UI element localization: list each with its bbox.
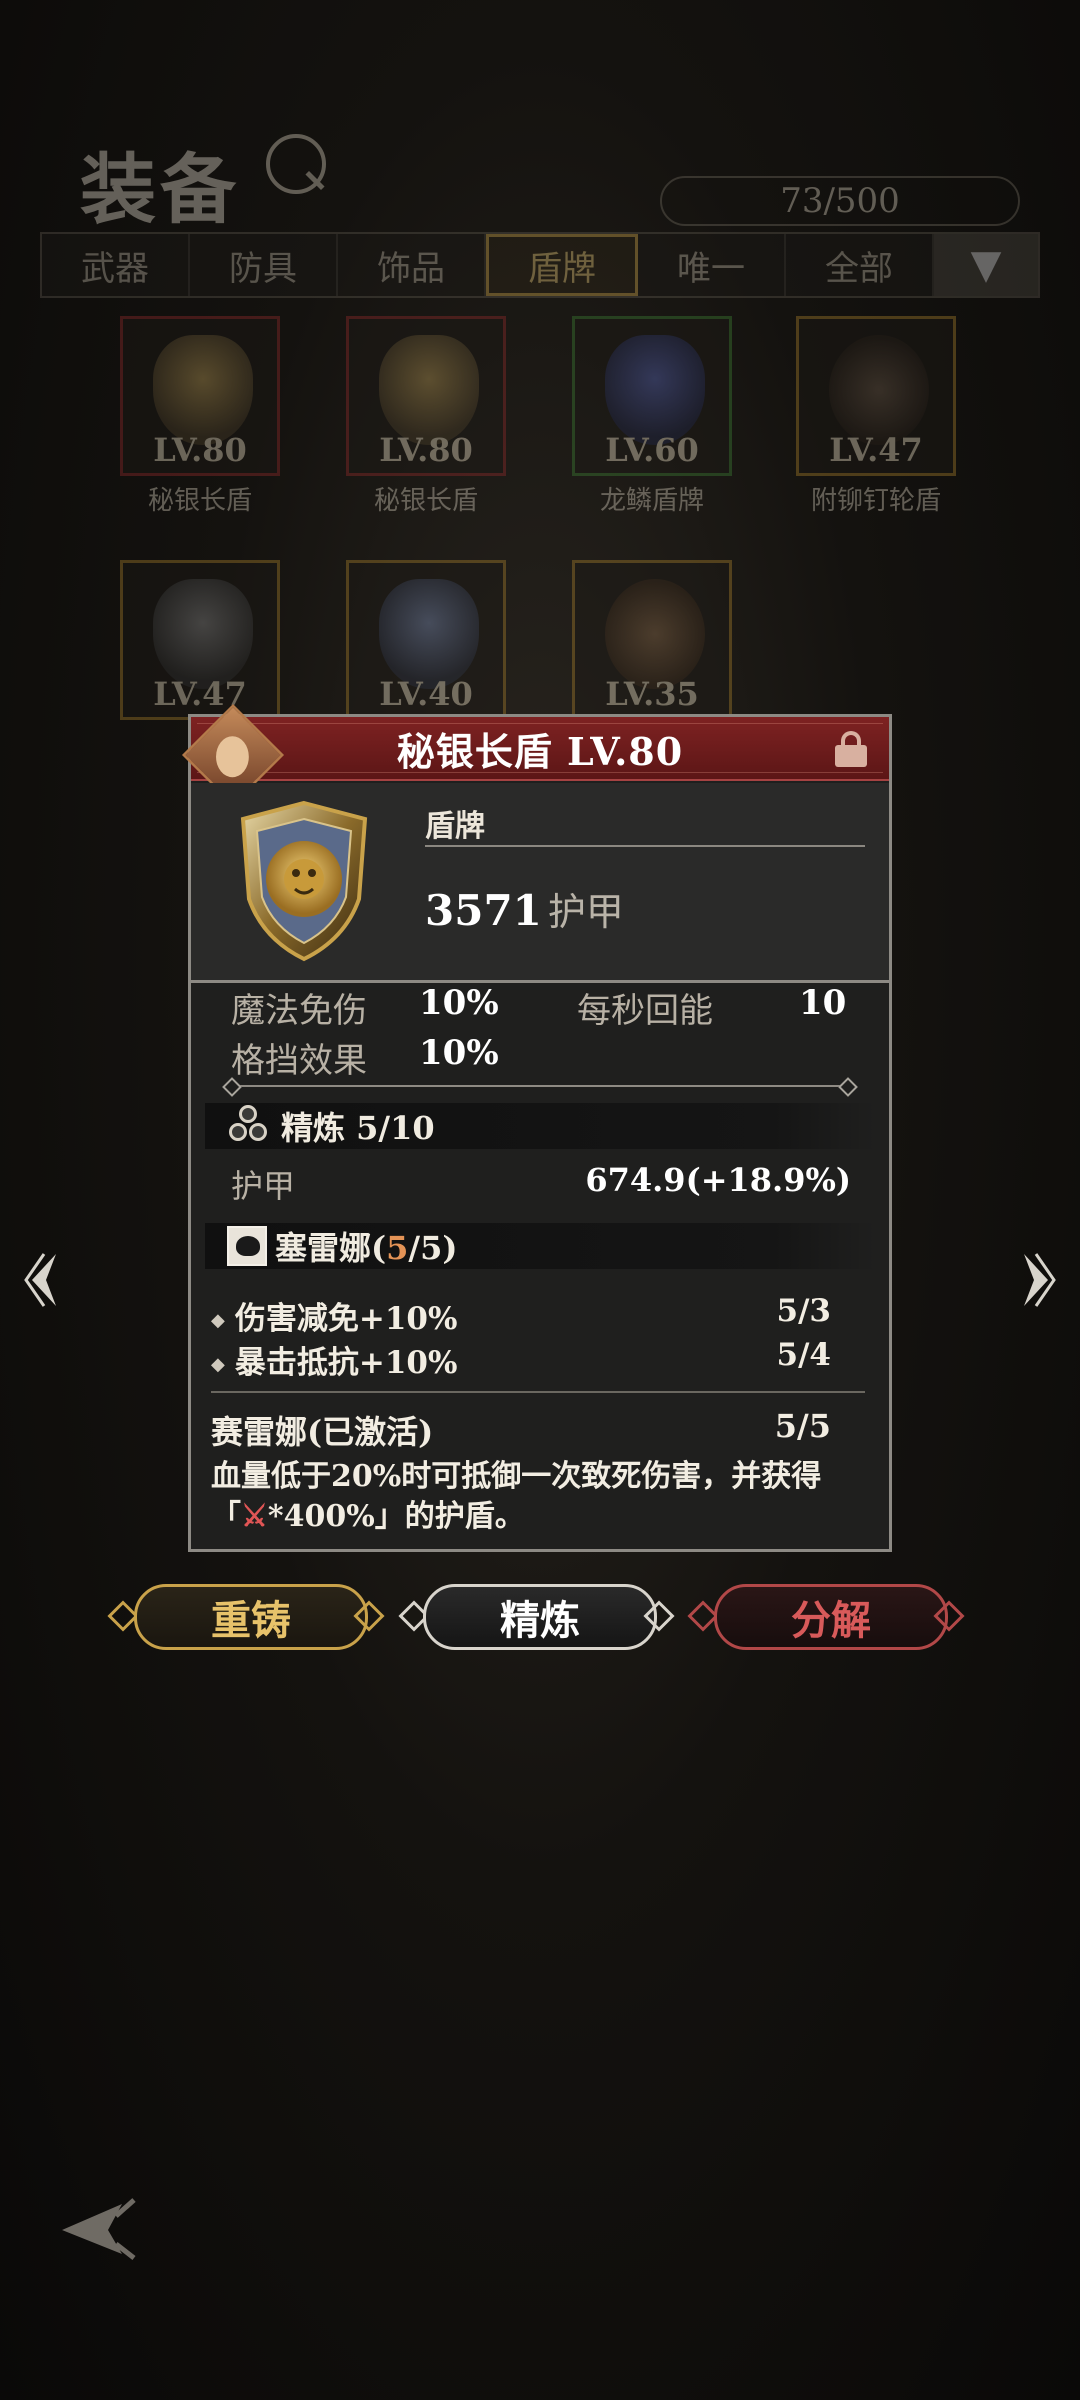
divider	[425, 845, 865, 847]
item-level: LV.60	[605, 431, 699, 469]
set-active-value: 5/5	[774, 1407, 831, 1445]
divider	[229, 1085, 851, 1087]
dismantle-button[interactable]: 分解	[714, 1584, 948, 1650]
stat-block-value: 10%	[419, 1033, 499, 1073]
set-description: 血量低于20%时可抵御一次致死伤害，并获得 「⚔*400%」的护盾。	[211, 1457, 871, 1537]
tab-unique[interactable]: 唯一	[638, 234, 786, 296]
item-detail-card: 秘银长盾 LV.80 盾牌 3571 护甲 魔法免伤 10% 每秒回能 10 格…	[181, 703, 892, 1552]
item-level: LV.40	[379, 675, 473, 713]
set-bonus-value: 5/3	[776, 1293, 831, 1329]
tab-armor[interactable]: 防具	[190, 234, 338, 296]
shield-icon	[829, 335, 929, 445]
refine-button[interactable]: 精炼	[423, 1584, 657, 1650]
search-icon[interactable]	[266, 134, 326, 194]
category-tabs: 武器 防具 饰品 盾牌 唯一 全部 ▼	[40, 232, 1040, 298]
refine-section-header: 精炼 5/10	[205, 1103, 875, 1149]
item-level: LV.80	[153, 431, 247, 469]
item-name: 附铆钉轮盾	[810, 486, 941, 516]
reforge-button[interactable]: 重铸	[134, 1584, 368, 1650]
set-active-row: 赛雷娜(已激活) 5/5	[211, 1407, 831, 1453]
set-portrait-icon	[227, 1226, 267, 1266]
item-summary: 盾牌 3571 护甲	[191, 783, 889, 983]
set-bonus-label: 伤害减免+10%	[234, 1301, 458, 1337]
inventory-title: 装备	[80, 145, 240, 234]
item-level: LV.47	[153, 675, 247, 713]
previous-item-icon[interactable]	[22, 1250, 62, 1310]
stat-value: 10%	[419, 1033, 499, 1073]
set-active-label: 赛雷娜(已激活)	[211, 1413, 434, 1451]
stat-magic-resist: 魔法免伤	[231, 983, 367, 1032]
stat-label: 每秒回能	[577, 991, 713, 1031]
set-bonus-value: 5/4	[776, 1337, 831, 1373]
shield-icon	[379, 335, 479, 445]
stat-energy-regen-value: 10	[799, 983, 846, 1023]
inventory-slot[interactable]: LV.47	[120, 560, 280, 720]
shield-icon	[605, 579, 705, 689]
inventory-capacity: 73/500	[660, 176, 1020, 226]
tab-accessories[interactable]: 饰品	[338, 234, 486, 296]
stat-block: 格挡效果	[231, 1033, 367, 1082]
stat-energy-regen: 每秒回能	[577, 983, 713, 1032]
stat-label: 魔法免伤	[231, 991, 367, 1031]
divider	[211, 1391, 865, 1393]
inventory-slot[interactable]: LV.80	[120, 316, 280, 476]
back-icon[interactable]	[58, 2196, 138, 2262]
tab-weapons[interactable]: 武器	[42, 234, 190, 296]
inventory-slot[interactable]: LV.60	[572, 316, 732, 476]
shield-icon	[153, 579, 253, 689]
item-name: 秘银长盾	[373, 486, 478, 516]
stat-value: 10%	[419, 983, 499, 1023]
item-level: LV.35	[605, 675, 699, 713]
stat-label: 格挡效果	[231, 1041, 367, 1081]
attack-icon: ⚔	[241, 1499, 268, 1534]
tab-shields[interactable]: 盾牌	[486, 234, 638, 296]
set-bonus-row: ◆ 伤害减免+10% 5/3	[211, 1293, 831, 1338]
set-bonus-row: ◆ 暴击抵抗+10% 5/4	[211, 1337, 831, 1382]
card-header: 秘银长盾 LV.80	[191, 717, 889, 781]
item-name: 龙鳞盾牌	[599, 486, 704, 516]
lock-icon[interactable]	[835, 731, 869, 767]
base-armor: 3571 护甲	[425, 881, 624, 936]
stat-magic-resist-value: 10%	[419, 983, 499, 1023]
set-description-line: 「⚔*400%」的护盾。	[211, 1499, 525, 1534]
shield-icon	[379, 579, 479, 689]
refine-level: 精炼 5/10	[281, 1109, 435, 1147]
refine-stat-label: 护甲	[231, 1167, 296, 1205]
item-name: 秘银长盾	[147, 486, 252, 516]
set-bonus-label: 暴击抵抗+10%	[234, 1345, 458, 1381]
set-count-current: 5	[386, 1229, 409, 1267]
armor-label: 护甲	[547, 890, 624, 934]
refine-icon	[227, 1105, 273, 1147]
stat-value: 10	[799, 983, 847, 1023]
inventory-slot[interactable]: LV.35	[572, 560, 732, 720]
lion-shield-icon	[240, 800, 368, 962]
item-title: 秘银长盾 LV.80	[396, 728, 684, 774]
refine-stat-value: 674.9(+18.9%)	[585, 1161, 851, 1199]
set-section-header: 塞雷娜(5/5)	[205, 1223, 875, 1269]
set-description-line: 血量低于20%时可抵御一次致死伤害，并获得	[211, 1459, 822, 1494]
set-name: 塞雷娜(5/5)	[275, 1229, 458, 1267]
bullet-icon: ◆	[211, 1354, 225, 1375]
item-type: 盾牌	[425, 809, 485, 844]
inventory-slot[interactable]: LV.47	[796, 316, 956, 476]
tab-all[interactable]: 全部	[786, 234, 934, 296]
shield-icon	[605, 335, 705, 445]
item-level: LV.47	[829, 431, 923, 469]
armor-value: 3571	[425, 886, 542, 935]
item-level: LV.80	[379, 431, 473, 469]
inventory-slot[interactable]: LV.80	[346, 316, 506, 476]
shield-icon	[153, 335, 253, 445]
next-item-icon[interactable]	[1018, 1250, 1058, 1310]
filter-icon[interactable]: ▼	[934, 234, 1038, 296]
refine-stat: 护甲 674.9(+18.9%)	[231, 1161, 851, 1207]
inventory-slot[interactable]: LV.40	[346, 560, 506, 720]
bullet-icon: ◆	[211, 1310, 225, 1331]
